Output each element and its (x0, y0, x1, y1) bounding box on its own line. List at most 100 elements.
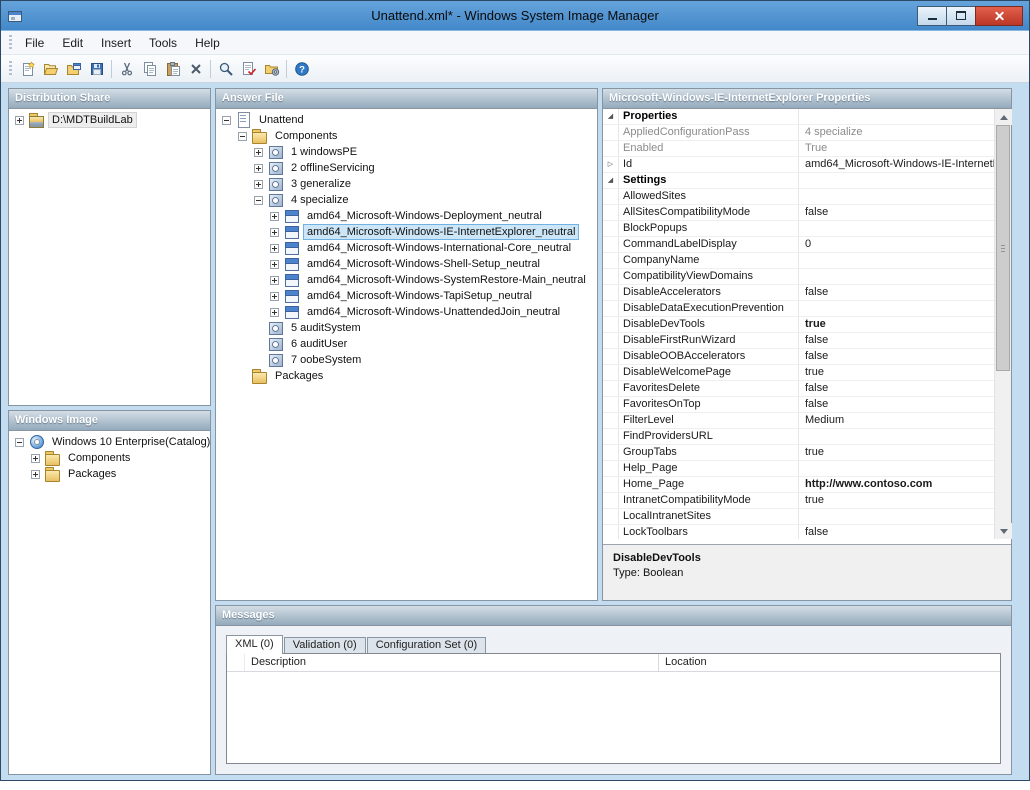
tree-item-label[interactable]: 7 oobeSystem (287, 352, 365, 368)
tree-item[interactable]: Windows 10 Enterprise(Catalog) (9, 434, 210, 450)
help-button[interactable]: ? (290, 58, 313, 80)
expander-minus-icon[interactable] (254, 196, 263, 205)
menu-insert[interactable]: Insert (92, 33, 140, 53)
expander-plus-icon[interactable] (254, 180, 263, 189)
tree-item[interactable]: Packages (9, 466, 210, 482)
tree-item[interactable]: 1 windowsPE (216, 144, 597, 160)
property-row[interactable]: AppliedConfigurationPass4 specialize (603, 125, 994, 141)
tree-item-label[interactable]: 4 specialize (287, 192, 352, 208)
scroll-down-button[interactable] (995, 523, 1012, 539)
property-value[interactable]: false (799, 381, 994, 396)
menu-file[interactable]: File (16, 33, 53, 53)
property-value[interactable]: amd64_Microsoft-Windows-IE-InternetEx (799, 157, 994, 172)
property-row[interactable]: AllSitesCompatibilityModefalse (603, 205, 994, 221)
expander-plus-icon[interactable] (270, 308, 279, 317)
property-value[interactable] (799, 189, 994, 204)
expander-plus-icon[interactable] (31, 470, 40, 479)
copy-button[interactable] (138, 58, 161, 80)
property-row[interactable]: ▷Idamd64_Microsoft-Windows-IE-InternetEx (603, 157, 994, 173)
menu-help[interactable]: Help (186, 33, 229, 53)
tree-item[interactable]: 6 auditUser (216, 336, 597, 352)
cut-button[interactable] (115, 58, 138, 80)
validate-answer-file-button[interactable] (237, 58, 260, 80)
property-value[interactable]: http://www.contoso.com (799, 477, 994, 492)
tree-item-label[interactable]: amd64_Microsoft-Windows-UnattendedJoin_n… (303, 304, 564, 320)
tree-item-label[interactable]: amd64_Microsoft-Windows-Shell-Setup_neut… (303, 256, 544, 272)
property-section-row[interactable]: ◢Properties (603, 109, 994, 125)
scroll-up-button[interactable] (995, 109, 1012, 125)
property-value[interactable] (799, 301, 994, 316)
property-row[interactable]: DisableOOBAcceleratorsfalse (603, 349, 994, 365)
tree-item[interactable]: 3 generalize (216, 176, 597, 192)
property-row[interactable]: BlockPopups (603, 221, 994, 237)
tree-item-label[interactable]: Packages (64, 466, 120, 482)
tree-item-label[interactable]: amd64_Microsoft-Windows-International-Co… (303, 240, 575, 256)
expander-plus-icon[interactable] (254, 148, 263, 157)
save-answer-file-button[interactable] (85, 58, 108, 80)
property-row[interactable]: EnabledTrue (603, 141, 994, 157)
tree-item[interactable]: Components (9, 450, 210, 466)
tree-item[interactable]: amd64_Microsoft-Windows-UnattendedJoin_n… (216, 304, 597, 320)
property-value[interactable]: true (799, 365, 994, 380)
tree-item[interactable]: amd64_Microsoft-Windows-IE-InternetExplo… (216, 224, 597, 240)
gutter-collapsed-icon[interactable]: ▷ (603, 157, 619, 172)
expander-minus-icon[interactable] (15, 438, 24, 447)
property-row[interactable]: FindProvidersURL (603, 429, 994, 445)
tree-item[interactable]: 7 oobeSystem (216, 352, 597, 368)
minimize-button[interactable] (917, 6, 947, 26)
tree-item-label[interactable]: amd64_Microsoft-Windows-Deployment_neutr… (303, 208, 546, 224)
tree-item-label[interactable]: amd64_Microsoft-Windows-SystemRestore-Ma… (303, 272, 590, 288)
property-value[interactable]: false (799, 205, 994, 220)
tree-item-label[interactable]: D:\MDTBuildLab (48, 112, 137, 128)
property-row[interactable]: DisableDataExecutionPrevention (603, 301, 994, 317)
property-value[interactable]: false (799, 285, 994, 300)
property-row[interactable]: LockToolbarsfalse (603, 525, 994, 539)
property-row[interactable]: Home_Pagehttp://www.contoso.com (603, 477, 994, 493)
expander-plus-icon[interactable] (270, 228, 279, 237)
tree-item[interactable]: Unattend (216, 112, 597, 128)
expander-plus-icon[interactable] (270, 212, 279, 221)
property-row[interactable]: FilterLevelMedium (603, 413, 994, 429)
new-answer-file-button[interactable] (16, 58, 39, 80)
expander-plus-icon[interactable] (270, 244, 279, 253)
property-grid-scrollbar[interactable] (994, 109, 1011, 539)
find-button[interactable] (214, 58, 237, 80)
tree-item-label[interactable]: 2 offlineServicing (287, 160, 379, 176)
tree-item[interactable]: 2 offlineServicing (216, 160, 597, 176)
expander-plus-icon[interactable] (270, 292, 279, 301)
create-configuration-set-button[interactable] (260, 58, 283, 80)
property-row[interactable]: AllowedSites (603, 189, 994, 205)
property-value[interactable]: True (799, 141, 994, 156)
tree-item[interactable]: amd64_Microsoft-Windows-International-Co… (216, 240, 597, 256)
property-value[interactable]: Medium (799, 413, 994, 428)
expander-plus-icon[interactable] (15, 116, 24, 125)
tree-item-label[interactable]: 5 auditSystem (287, 320, 365, 336)
title-bar[interactable]: Unattend.xml* - Windows System Image Man… (1, 1, 1029, 31)
property-value[interactable]: false (799, 525, 994, 539)
property-section-row[interactable]: ◢Settings (603, 173, 994, 189)
property-row[interactable]: DisableFirstRunWizardfalse (603, 333, 994, 349)
tab-validation-0[interactable]: Validation (0) (284, 637, 366, 653)
property-row[interactable]: CompatibilityViewDomains (603, 269, 994, 285)
property-value[interactable]: false (799, 349, 994, 364)
tree-item-label[interactable]: Components (271, 128, 341, 144)
tree-item[interactable]: 4 specialize (216, 192, 597, 208)
property-row[interactable]: Help_Page (603, 461, 994, 477)
property-row[interactable]: LocalIntranetSites (603, 509, 994, 525)
menu-tools[interactable]: Tools (140, 33, 186, 53)
property-value[interactable] (799, 253, 994, 268)
tree-item[interactable]: 5 auditSystem (216, 320, 597, 336)
property-row[interactable]: IntranetCompatibilityModetrue (603, 493, 994, 509)
open-windows-image-button[interactable] (62, 58, 85, 80)
tree-item-label[interactable]: Packages (271, 368, 327, 384)
scrollbar-thumb[interactable] (996, 125, 1010, 371)
tree-item[interactable]: Packages (216, 368, 597, 384)
tab-configuration-set-0[interactable]: Configuration Set (0) (367, 637, 487, 653)
tree-item-label[interactable]: amd64_Microsoft-Windows-TapiSetup_neutra… (303, 288, 536, 304)
property-row[interactable]: GroupTabstrue (603, 445, 994, 461)
close-button[interactable] (975, 6, 1023, 26)
tree-item[interactable]: amd64_Microsoft-Windows-SystemRestore-Ma… (216, 272, 597, 288)
expander-plus-icon[interactable] (254, 164, 263, 173)
tree-item[interactable]: amd64_Microsoft-Windows-TapiSetup_neutra… (216, 288, 597, 304)
property-row[interactable]: FavoritesDeletefalse (603, 381, 994, 397)
